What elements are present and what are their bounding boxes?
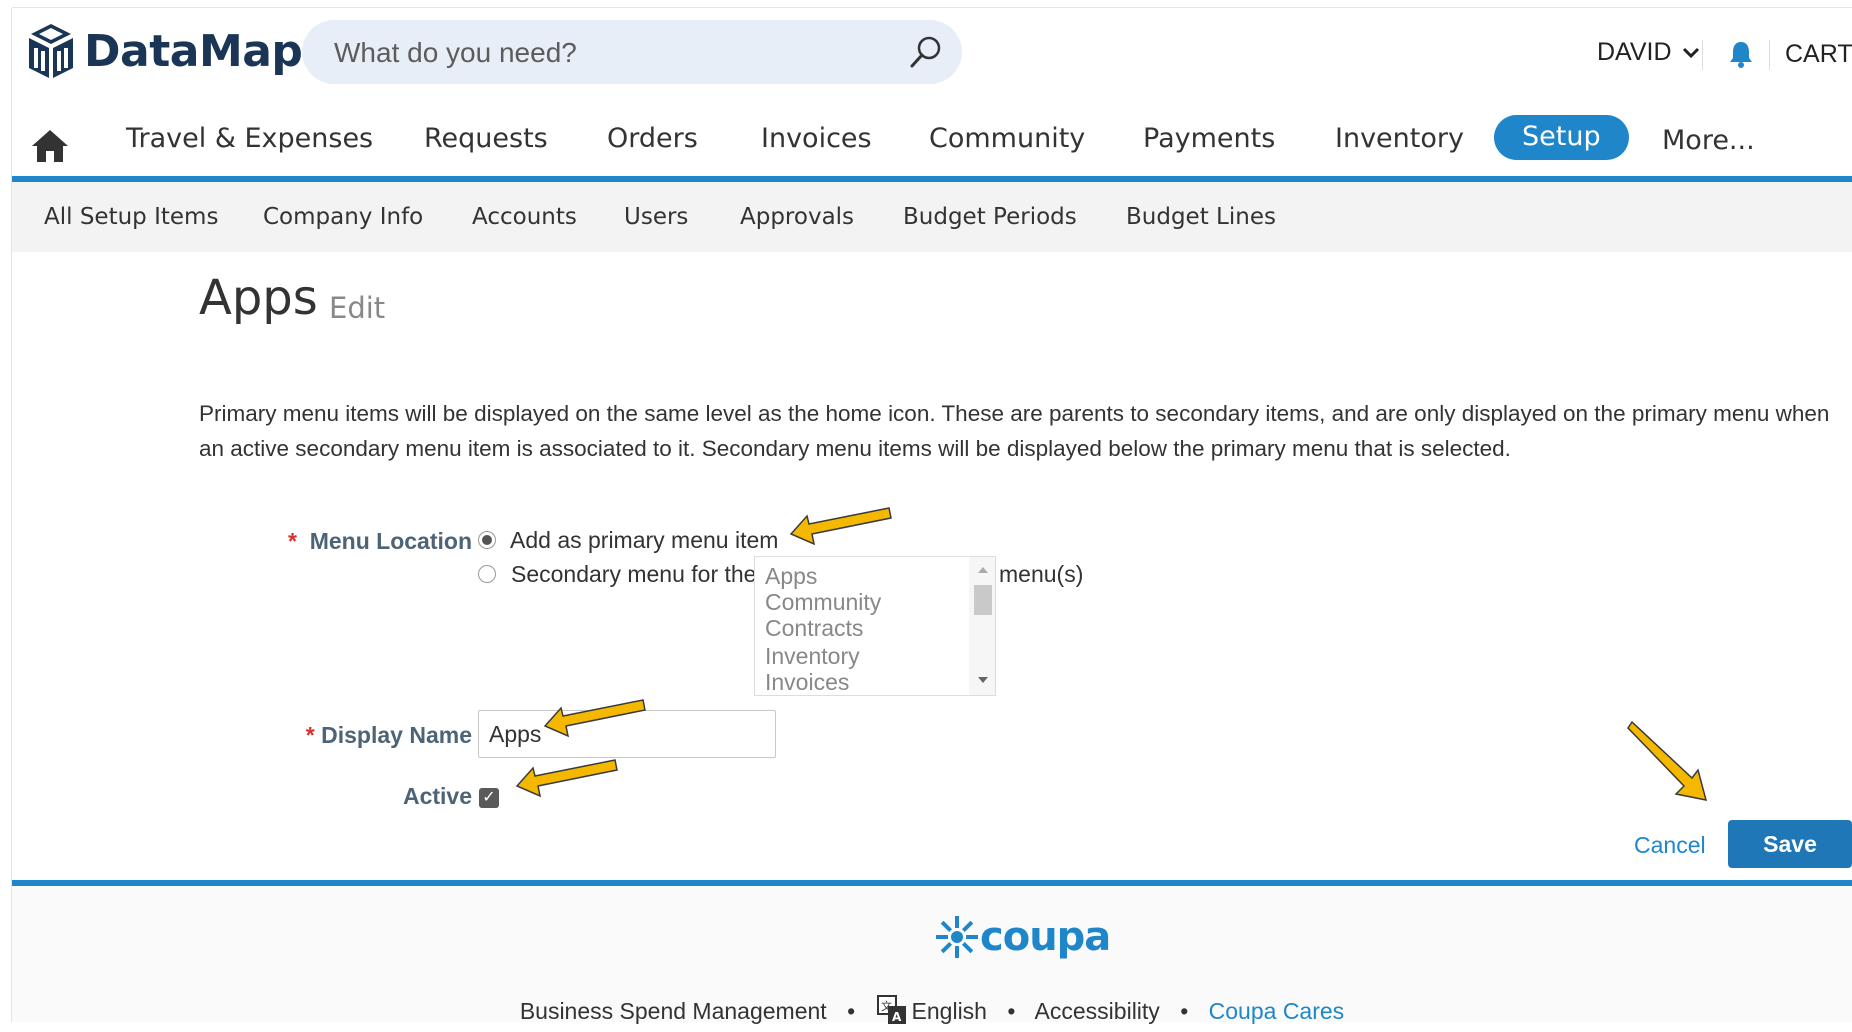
footer-links: Business Spend Management • 文 A English … bbox=[12, 994, 1852, 1032]
footer-link-coupa-cares[interactable]: Coupa Cares bbox=[1209, 998, 1345, 1024]
logo-text: DataMap bbox=[84, 25, 303, 77]
search-box[interactable] bbox=[302, 20, 962, 86]
page-title: Apps bbox=[199, 270, 318, 326]
footer-link-accessibility[interactable]: Accessibility bbox=[1035, 998, 1160, 1024]
subnav-accounts[interactable]: Accounts bbox=[472, 204, 577, 230]
footer-link-language[interactable]: English bbox=[912, 998, 987, 1024]
active-label: Active bbox=[402, 783, 472, 809]
subnav-budget-periods[interactable]: Budget Periods bbox=[903, 204, 1077, 230]
subnav-company-info[interactable]: Company Info bbox=[263, 204, 423, 230]
nav-more[interactable]: More... bbox=[1662, 125, 1755, 156]
save-button[interactable]: Save bbox=[1728, 820, 1852, 868]
nav-orders[interactable]: Orders bbox=[607, 123, 698, 154]
radio-secondary-menu[interactable] bbox=[478, 565, 496, 583]
nav-setup[interactable]: Setup bbox=[1494, 115, 1629, 160]
subnav-budget-lines[interactable]: Budget Lines bbox=[1126, 204, 1276, 230]
footer-separator: • bbox=[1007, 998, 1016, 1025]
listbox-option[interactable]: Community bbox=[765, 589, 881, 616]
coupa-burst-icon bbox=[936, 916, 978, 958]
primary-nav: Travel & Expenses Requests Orders Invoic… bbox=[12, 108, 1852, 182]
nav-payments[interactable]: Payments bbox=[1143, 123, 1275, 154]
secondary-nav: All Setup Items Company Info Accounts Us… bbox=[12, 182, 1852, 252]
required-marker: * bbox=[305, 722, 315, 748]
active-checkbox[interactable]: ✓ bbox=[479, 788, 499, 808]
nav-requests[interactable]: Requests bbox=[424, 123, 548, 154]
nav-invoices[interactable]: Invoices bbox=[761, 123, 872, 154]
menus-suffix: menu(s) bbox=[999, 561, 1084, 587]
subnav-approvals[interactable]: Approvals bbox=[740, 204, 854, 230]
search-icon[interactable] bbox=[908, 34, 944, 75]
listbox-option[interactable]: Inventory bbox=[765, 643, 860, 670]
page-description: Primary menu items will be displayed on … bbox=[199, 401, 1830, 461]
translate-icon[interactable]: 文 A bbox=[876, 994, 908, 1032]
footer-link-bsm[interactable]: Business Spend Management bbox=[520, 998, 827, 1024]
menu-location-label-text: Menu Location bbox=[309, 528, 472, 554]
footer-separator: • bbox=[1180, 998, 1189, 1025]
coupa-logo[interactable]: coupa bbox=[934, 914, 1111, 960]
cart-link[interactable]: CART bbox=[1785, 40, 1852, 69]
required-marker: * bbox=[287, 528, 297, 554]
page-subtitle: Edit bbox=[329, 291, 386, 325]
display-name-label-text: Display Name bbox=[321, 722, 472, 748]
menu-location-label: * Menu Location bbox=[288, 528, 472, 555]
user-name: DAVID bbox=[1597, 38, 1672, 66]
listbox-option[interactable]: Contracts bbox=[765, 615, 863, 642]
radio-secondary-label: Secondary menu for the bbox=[511, 561, 757, 587]
arrow-annotation-icon bbox=[790, 507, 892, 546]
nav-travel-expenses[interactable]: Travel & Expenses bbox=[126, 123, 373, 154]
coupa-logo-text: coupa bbox=[980, 914, 1111, 960]
page: DataMap DAVID CART Travel & Expen bbox=[12, 8, 1852, 1024]
arrow-annotation-icon bbox=[516, 759, 618, 798]
header-divider bbox=[1702, 40, 1703, 70]
cancel-link[interactable]: Cancel bbox=[1634, 832, 1706, 859]
bell-icon[interactable] bbox=[1728, 40, 1754, 73]
scrollbar-thumb[interactable] bbox=[974, 585, 992, 615]
header-divider bbox=[1769, 40, 1770, 70]
search-input[interactable] bbox=[332, 20, 896, 86]
user-menu[interactable]: DAVID bbox=[1597, 38, 1702, 67]
listbox-scrollbar[interactable] bbox=[969, 557, 995, 695]
arrow-annotation-icon bbox=[544, 699, 646, 738]
arrow-annotation-icon bbox=[1627, 720, 1708, 801]
radio-primary-label: Add as primary menu item bbox=[510, 527, 779, 553]
scroll-up-icon[interactable] bbox=[976, 565, 990, 575]
nav-inventory[interactable]: Inventory bbox=[1335, 123, 1464, 154]
nav-community[interactable]: Community bbox=[929, 123, 1085, 154]
display-name-label: * Display Name bbox=[306, 722, 472, 749]
listbox-option[interactable]: Invoices bbox=[765, 669, 849, 695]
parent-menu-listbox[interactable]: Apps Community Contracts Inventory Invoi… bbox=[754, 556, 996, 696]
scroll-down-icon[interactable] bbox=[976, 675, 990, 685]
cube-logo-icon bbox=[29, 24, 73, 78]
chevron-down-icon bbox=[1682, 47, 1699, 58]
subnav-all-setup-items[interactable]: All Setup Items bbox=[44, 204, 218, 230]
subnav-users[interactable]: Users bbox=[624, 204, 688, 230]
datamap-logo[interactable]: DataMap bbox=[24, 22, 303, 80]
listbox-option[interactable]: Apps bbox=[765, 563, 817, 590]
svg-text:文: 文 bbox=[881, 999, 892, 1013]
home-icon[interactable] bbox=[30, 128, 70, 169]
radio-primary-menu[interactable] bbox=[478, 531, 496, 549]
footer-separator: • bbox=[847, 998, 856, 1025]
